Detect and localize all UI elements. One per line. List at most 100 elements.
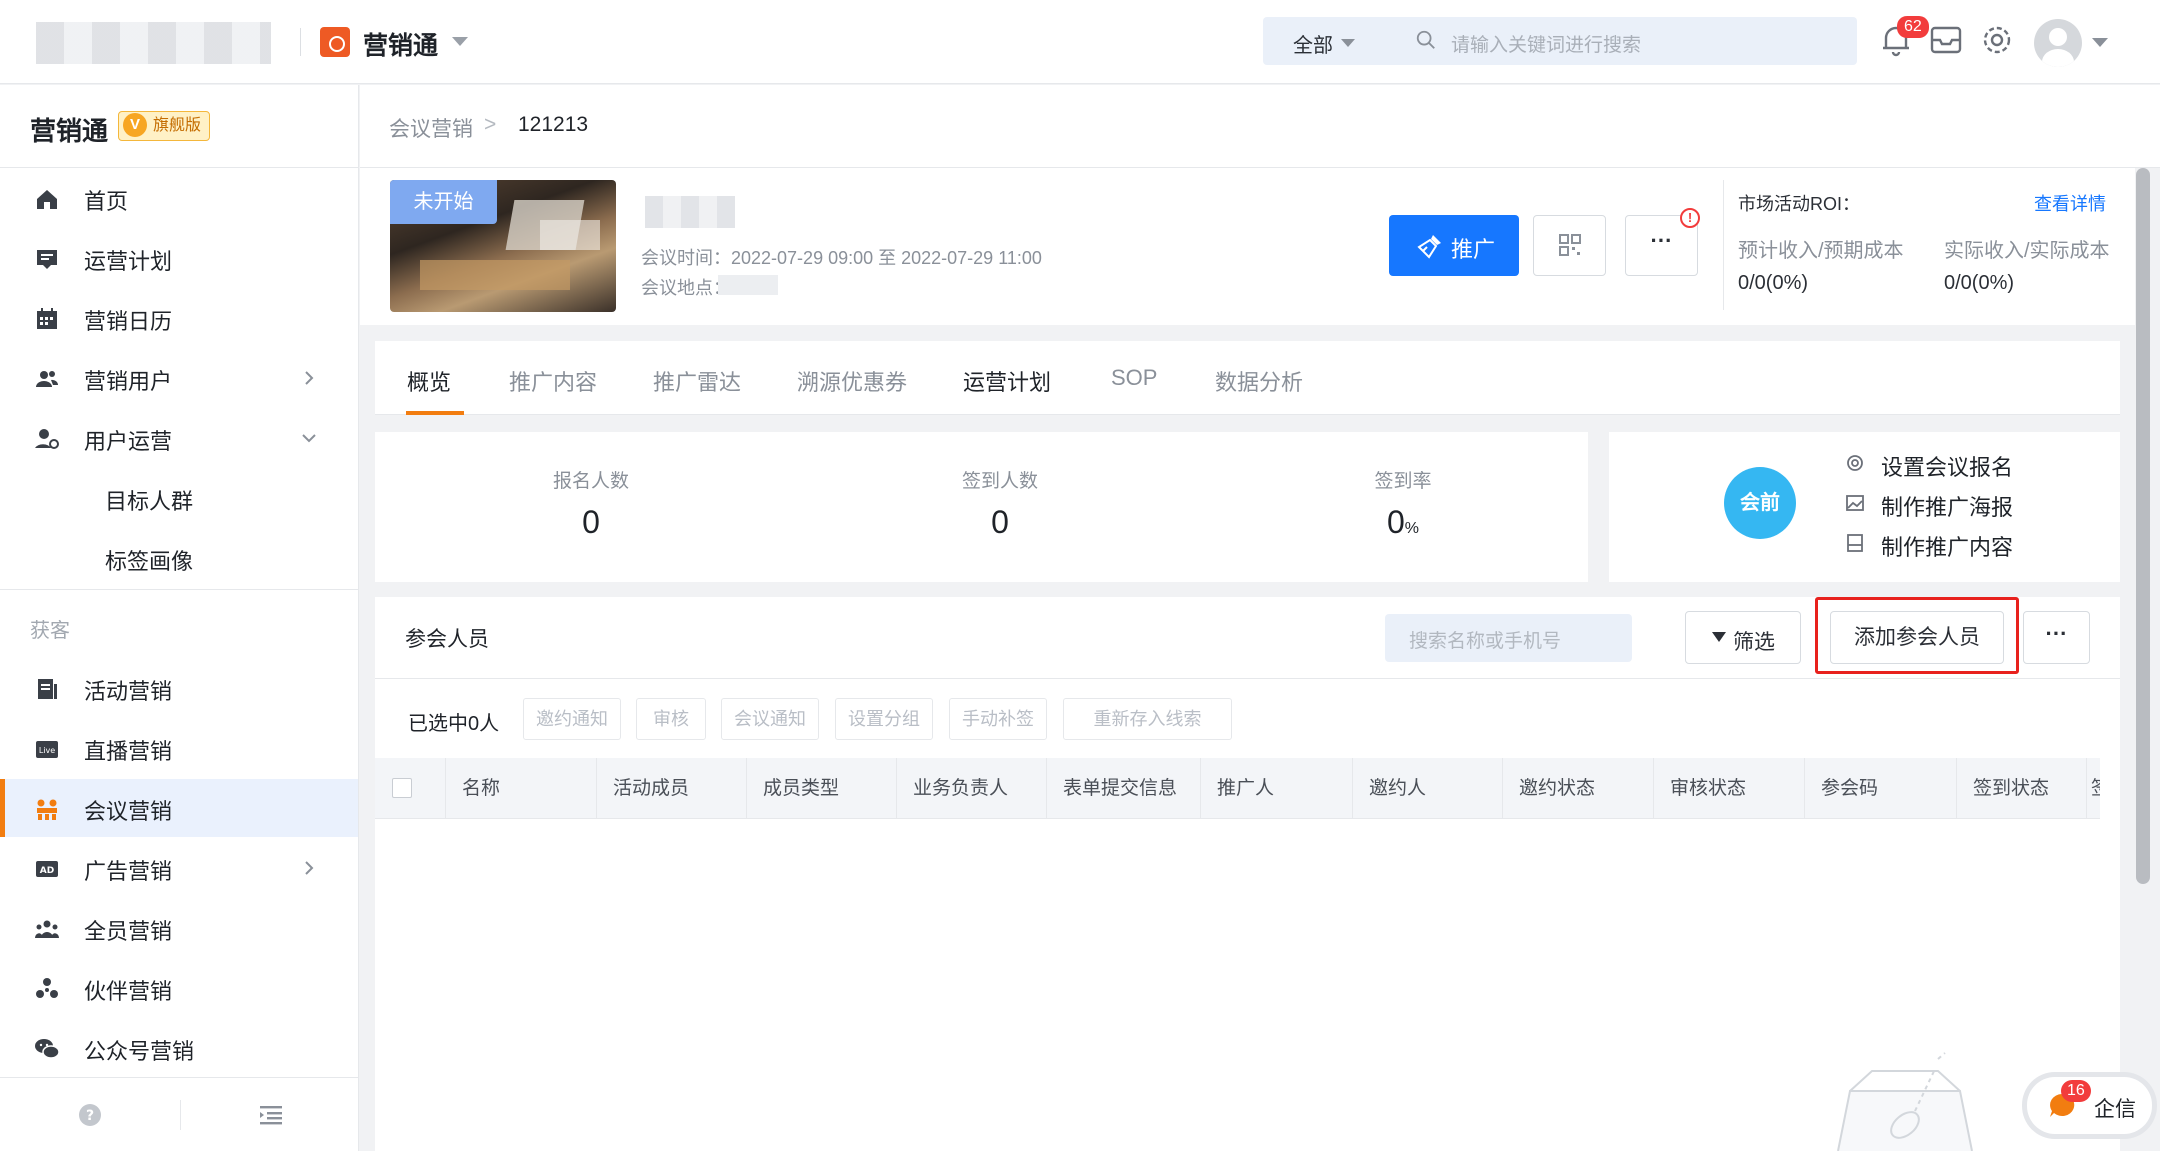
alert-icon: ! — [1680, 208, 1700, 228]
calendar-icon — [37, 308, 57, 329]
meeting-icon — [37, 799, 57, 820]
sidebar-group-label: 获客 — [30, 620, 70, 642]
qrcode-button[interactable] — [1533, 215, 1606, 276]
sidebar-item-wechat-marketing[interactable]: 公众号营销 — [0, 1019, 358, 1077]
sidebar-item-label: 直播营销 — [84, 739, 173, 764]
divider — [0, 1077, 359, 1078]
chevron-down-icon[interactable] — [1341, 39, 1355, 47]
column-header[interactable]: 表单提交信息 — [1046, 758, 1200, 819]
page-scrollbar[interactable] — [2136, 168, 2160, 1151]
column-header[interactable]: 名称 — [445, 758, 596, 819]
meeting-header: 未开始 会议时间：2022-07-29 09:00 至 2022-07-29 1… — [360, 168, 2135, 325]
divider — [375, 678, 2120, 679]
filter-button[interactable]: 筛选 — [1685, 611, 1801, 664]
inbox-icon[interactable] — [1926, 20, 1966, 60]
sidebar-item-activity-marketing[interactable]: 活动营销 — [0, 659, 358, 717]
meeting-notify-button[interactable]: 会议通知 — [721, 698, 819, 740]
search-input[interactable]: 请输入关键词进行搜索 — [1451, 30, 1641, 57]
promote-button[interactable]: 推广 — [1389, 215, 1519, 276]
manual-checkin-button[interactable]: 手动补签 — [949, 698, 1047, 740]
divider — [0, 589, 359, 590]
global-search[interactable]: 全部 请输入关键词进行搜索 — [1263, 17, 1857, 65]
chevron-right-icon — [305, 861, 314, 875]
divider — [180, 1100, 181, 1130]
sidebar-item-label: 目标人群 — [105, 489, 194, 514]
chevron-down-icon[interactable] — [452, 37, 468, 46]
restore-leads-button[interactable]: 重新存入线索 — [1063, 698, 1232, 740]
filter-icon — [1712, 632, 1726, 642]
chevron-right-icon — [305, 371, 314, 385]
status-badge: 未开始 — [390, 180, 497, 224]
add-participant-button[interactable]: 添加参会人员 — [1830, 611, 2004, 664]
help-icon[interactable]: ? — [78, 1103, 102, 1127]
phase-action-label: 制作推广内容 — [1881, 535, 2014, 560]
column-header[interactable]: 参会码 — [1804, 758, 1956, 819]
sidebar-item-users[interactable]: 营销用户 — [0, 349, 358, 407]
sidebar-item-label: 公众号营销 — [84, 1039, 195, 1064]
roi-details-link[interactable]: 查看详情 — [2034, 190, 2106, 216]
app-switcher-label[interactable]: 营销通 — [363, 26, 438, 62]
review-button[interactable]: 审核 — [636, 698, 706, 740]
sidebar-item-user-ops[interactable]: 用户运营 — [0, 409, 358, 467]
chevron-down-icon — [302, 434, 316, 443]
column-header[interactable]: 签 — [2086, 758, 2100, 819]
sidebar-item-live-marketing[interactable]: Live 直播营销 — [0, 719, 358, 777]
breadcrumb-parent-link[interactable]: 会议营销 — [389, 113, 473, 143]
search-scope-select[interactable]: 全部 — [1293, 29, 1333, 58]
column-header[interactable]: 邀约人 — [1352, 758, 1502, 819]
meeting-time: 会议时间：2022-07-29 09:00 至 2022-07-29 11:00 — [641, 244, 1042, 270]
column-header[interactable]: 邀约状态 — [1502, 758, 1653, 819]
more-options-button[interactable]: ··· — [2023, 611, 2090, 664]
tab-bar: 概览 推广内容 推广雷达 溯源优惠券 运营计划 SOP 数据分析 — [375, 341, 2120, 415]
sidebar-item-target-audience[interactable]: 目标人群 — [0, 469, 358, 527]
collapse-menu-icon[interactable] — [258, 1103, 284, 1127]
phase-panel: 会前 设置会议报名 制作推广海报 制作推广内容 — [1609, 432, 2120, 582]
select-all-checkbox[interactable] — [392, 778, 412, 798]
sidebar-item-plan[interactable]: 运营计划 — [0, 229, 358, 287]
participants-panel: 参会人员 搜索名称或手机号 筛选 添加参会人员 ··· 已选中0人 邀约通知 审… — [375, 597, 2120, 1151]
tab-data-analysis[interactable]: 数据分析 — [1215, 365, 1303, 397]
team-icon — [35, 920, 59, 938]
sidebar-item-meeting-marketing[interactable]: 会议营销 — [0, 779, 358, 837]
active-tab-indicator — [406, 411, 464, 415]
gear-icon[interactable] — [1977, 20, 2017, 60]
sidebar-item-home[interactable]: 首页 — [0, 169, 358, 227]
tab-overview[interactable]: 概览 — [407, 365, 451, 397]
sidebar-item-partner-marketing[interactable]: 伙伴营销 — [0, 959, 358, 1017]
chat-widget-button[interactable]: 16 企信 — [2027, 1077, 2152, 1134]
sidebar-item-all-staff-marketing[interactable]: 全员营销 — [0, 899, 358, 957]
avatar[interactable] — [2034, 19, 2082, 67]
sidebar-item-ad-marketing[interactable]: AD 广告营销 — [0, 839, 358, 897]
tab-promo-radar[interactable]: 推广雷达 — [653, 365, 741, 397]
column-header[interactable]: 活动成员 — [596, 758, 746, 819]
tab-coupon[interactable]: 溯源优惠券 — [797, 365, 907, 397]
set-group-button[interactable]: 设置分组 — [835, 698, 933, 740]
invite-notify-button[interactable]: 邀约通知 — [523, 698, 621, 740]
column-header[interactable]: 审核状态 — [1653, 758, 1804, 819]
tab-ops-plan[interactable]: 运营计划 — [963, 365, 1051, 397]
chevron-down-icon[interactable] — [2092, 38, 2108, 47]
app-logo-icon[interactable] — [320, 27, 350, 57]
top-bar: 营销通 全部 请输入关键词进行搜索 62 — [0, 0, 2160, 84]
participant-search-input[interactable]: 搜索名称或手机号 — [1385, 614, 1632, 662]
stat-label: 签到人数 — [961, 471, 1038, 492]
home-icon — [37, 190, 57, 209]
promote-button-label: 推广 — [1451, 237, 1496, 262]
column-header[interactable]: 签到状态 — [1956, 758, 2086, 819]
column-header[interactable]: 业务负责人 — [896, 758, 1046, 819]
stat-label: 报名人数 — [552, 471, 629, 492]
tab-sop[interactable]: SOP — [1111, 365, 1157, 391]
sidebar-item-calendar[interactable]: 营销日历 — [0, 289, 358, 347]
tab-promo-content[interactable]: 推广内容 — [509, 365, 597, 397]
qrcode-icon — [1559, 234, 1581, 256]
scrollbar-thumb[interactable] — [2136, 168, 2150, 884]
chat-widget-label: 企信 — [2094, 1098, 2136, 1121]
settings-icon — [1847, 455, 1863, 471]
sidebar-item-label: 营销日历 — [84, 309, 173, 334]
live-icon: Live — [36, 741, 58, 758]
column-header[interactable]: 推广人 — [1200, 758, 1352, 819]
column-header[interactable]: 成员类型 — [746, 758, 896, 819]
activity-icon — [38, 679, 57, 699]
divider — [1723, 180, 1724, 310]
sidebar-item-tag-profile[interactable]: 标签画像 — [0, 529, 358, 587]
